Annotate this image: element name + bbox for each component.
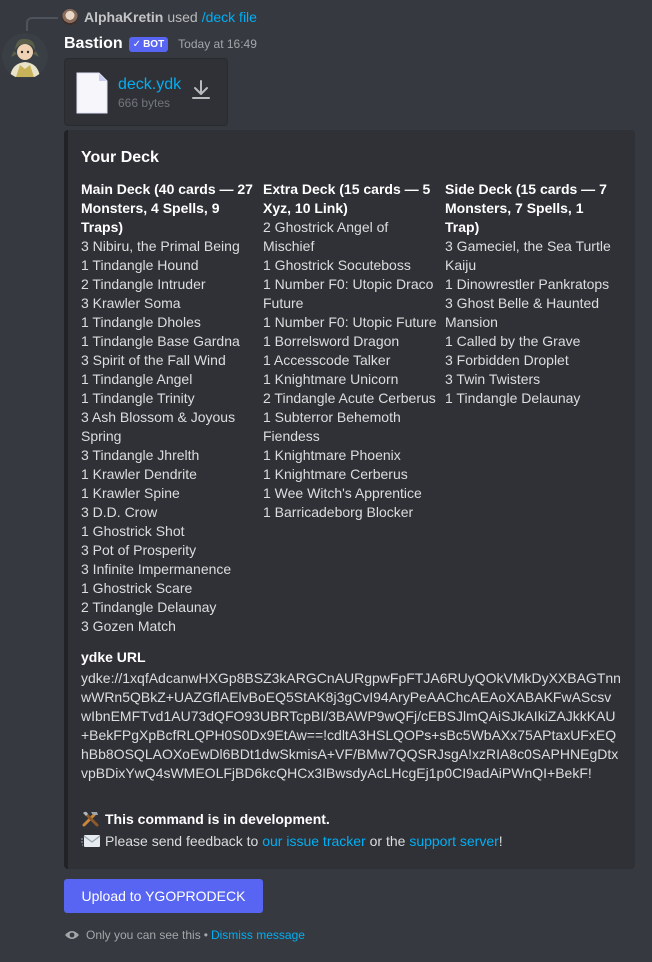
bot-tag: ✓ BOT	[128, 36, 169, 52]
footer-separator: •	[203, 928, 208, 942]
card-entry: 3 Gameciel, the Sea Turtle Kaiju	[445, 238, 611, 273]
card-entry: 3 D.D. Crow	[81, 504, 158, 520]
card-entry: 1 Ghostrick Scare	[81, 580, 193, 596]
card-entry: 3 Spirit of the Fall Wind	[81, 352, 226, 368]
deck-embed: Your Deck Main Deck (40 cards — 27 Monst…	[64, 130, 635, 869]
reply-avatar[interactable]	[62, 9, 78, 25]
message-header: Bastion ✓ BOT Today at 16:49	[64, 33, 257, 55]
card-entry: 1 Barricadeborg Blocker	[263, 504, 414, 520]
embed-title: Your Deck	[81, 149, 159, 166]
feedback-prefix: Please send feedback to	[105, 833, 259, 849]
card-entry: 3 Nibiru, the Primal Being	[81, 238, 240, 254]
card-entry: 3 Tindangle Jhrelth	[81, 447, 200, 463]
card-entry: 1 Number F0: Utopic Future	[263, 314, 437, 330]
ephemeral-footer: Only you can see this • Dismiss message	[64, 928, 305, 942]
card-entry: 1 Krawler Spine	[81, 485, 180, 501]
issue-tracker-link[interactable]: our issue tracker	[262, 833, 365, 849]
card-entry: 1 Ghostrick Shot	[81, 523, 185, 539]
card-entry: 3 Forbidden Droplet	[445, 352, 569, 368]
ephemeral-text: Only you can see this	[86, 928, 201, 942]
card-entry: 1 Accesscode Talker	[263, 352, 391, 368]
card-entry: 3 Twin Twisters	[445, 371, 541, 387]
eye-icon	[65, 931, 79, 939]
tools-icon	[82, 811, 99, 827]
file-size: 666 bytes	[118, 96, 171, 110]
extra-deck-list: 2 Ghostrick Angel of Mischief 1 Ghostrick…	[263, 218, 439, 522]
side-deck-list: 3 Gameciel, the Sea Turtle Kaiju 1 Dinowr…	[445, 237, 621, 408]
card-entry: 1 Wee Witch's Apprentice	[263, 485, 422, 501]
reply-username[interactable]: AlphaKretin	[84, 9, 163, 25]
card-entry: 2 Tindangle Intruder	[81, 276, 206, 292]
card-entry: 1 Ghostrick Socuteboss	[263, 257, 411, 273]
file-name-link[interactable]: deck.ydk	[118, 76, 181, 94]
feedback-middle: or the	[369, 833, 406, 849]
side-deck-field: Side Deck (15 cards — 7 Monsters, 7 Spel…	[445, 180, 621, 408]
feedback-line: Please send feedback to our issue tracke…	[81, 833, 503, 849]
dev-note: This command is in development.	[81, 810, 330, 828]
side-deck-heading: Side Deck (15 cards — 7 Monsters, 7 Spel…	[445, 181, 607, 235]
card-entry: 1 Called by the Grave	[445, 333, 581, 349]
ydke-heading: ydke URL	[81, 649, 146, 665]
reply-context[interactable]: AlphaKretin used /deck file	[62, 7, 257, 27]
card-entry: 1 Tindangle Angel	[81, 371, 193, 387]
card-entry: 1 Knightmare Phoenix	[263, 447, 401, 463]
dev-note-text: This command is in development.	[105, 811, 330, 827]
file-icon	[76, 72, 108, 114]
bot-tag-label: BOT	[143, 38, 165, 50]
card-entry: 1 Tindangle Dholes	[81, 314, 201, 330]
card-entry: 3 Ash Blossom & Joyous Spring	[81, 409, 236, 444]
card-entry: 1 Borrelsword Dragon	[263, 333, 400, 349]
ydke-url: ydke://1xqfAdcanwHXGp8BSZ3kARGCnAURgpwFp…	[81, 670, 621, 781]
card-entry: 1 Subterror Behemoth Fiendess	[263, 409, 401, 444]
card-entry: 3 Pot of Prosperity	[81, 542, 197, 558]
main-deck-heading: Main Deck (40 cards — 27 Monsters, 4 Spe…	[81, 181, 253, 235]
card-entry: 2 Ghostrick Angel of Mischief	[263, 219, 389, 254]
card-entry: 1 Knightmare Unicorn	[263, 371, 399, 387]
card-entry: 1 Tindangle Trinity	[81, 390, 195, 406]
card-entry: 3 Krawler Soma	[81, 295, 181, 311]
card-entry: 1 Tindangle Hound	[81, 257, 199, 273]
dismiss-message-link[interactable]: Dismiss message	[211, 928, 305, 942]
support-server-link[interactable]: support server	[409, 833, 498, 849]
timestamp[interactable]: Today at 16:49	[178, 37, 257, 51]
reply-text: used	[167, 9, 198, 25]
card-entry: 2 Tindangle Acute Cerberus	[263, 390, 436, 406]
card-entry: 1 Tindangle Base Gardna	[81, 333, 240, 349]
reply-command[interactable]: /deck file	[202, 9, 257, 25]
verified-check-icon: ✓	[132, 38, 142, 50]
feedback-suffix: !	[498, 833, 503, 849]
card-entry: 1 Krawler Dendrite	[81, 466, 197, 482]
main-deck-field: Main Deck (40 cards — 27 Monsters, 4 Spe…	[81, 180, 257, 636]
card-entry: 1 Tindangle Delaunay	[445, 390, 581, 406]
download-icon[interactable]	[189, 78, 213, 102]
card-entry: 3 Infinite Impermanence	[81, 561, 232, 577]
extra-deck-field: Extra Deck (15 cards — 5 Xyz, 10 Link) 2…	[263, 180, 439, 522]
card-entry: 3 Gozen Match	[81, 618, 176, 634]
card-entry: 1 Number F0: Utopic Draco Future	[263, 276, 434, 311]
card-entry: 1 Knightmare Cerberus	[263, 466, 408, 482]
card-entry: 3 Ghost Belle & Haunted Mansion	[445, 295, 600, 330]
username[interactable]: Bastion	[64, 35, 123, 53]
envelope-icon	[81, 835, 101, 847]
upload-ygoprodeck-button[interactable]: Upload to YGOPRODECK	[64, 879, 263, 913]
main-deck-list: 3 Nibiru, the Primal Being 1 Tindangle Ho…	[81, 237, 257, 636]
avatar[interactable]	[2, 33, 48, 79]
reply-spine	[26, 17, 58, 31]
bastion-avatar-art	[2, 33, 48, 79]
card-entry: 2 Tindangle Delaunay	[81, 599, 217, 615]
card-entry: 1 Dinowrestler Pankratops	[445, 276, 610, 292]
extra-deck-heading: Extra Deck (15 cards — 5 Xyz, 10 Link)	[263, 181, 431, 216]
file-attachment: deck.ydk 666 bytes	[64, 58, 228, 126]
